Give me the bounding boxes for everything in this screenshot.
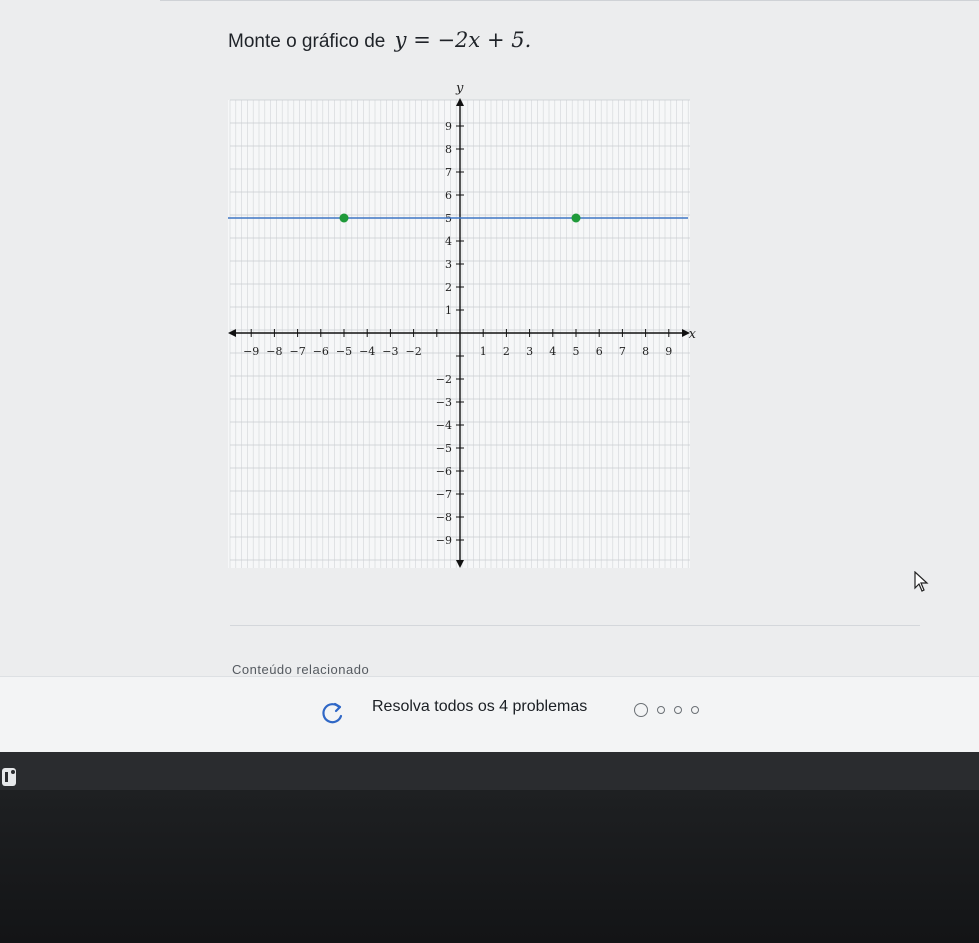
x-tick-label: −3	[382, 345, 398, 358]
monitor-bezel	[0, 790, 979, 943]
problem-title: Monte o gráfico de y = −2x + 5.	[228, 28, 531, 53]
progress-dot	[634, 703, 648, 717]
x-tick-label: −9	[243, 345, 259, 358]
y-tick-label: −7	[436, 488, 452, 501]
x-tick-label: −5	[336, 345, 352, 358]
y-tick-label: −5	[436, 442, 452, 455]
y-tick-label: −3	[436, 396, 452, 409]
x-tick-label: −7	[289, 345, 305, 358]
y-tick-label: 1	[445, 304, 452, 317]
y-tick-label: −8	[436, 511, 452, 524]
draggable-point[interactable]	[571, 213, 581, 223]
x-tick-label: 5	[573, 345, 580, 358]
progress-dot	[657, 706, 665, 714]
solve-all-problems-link[interactable]: Resolva todos os 4 problemas	[372, 698, 587, 716]
y-tick-label: 4	[445, 235, 452, 248]
progress-dot	[691, 706, 699, 714]
x-tick-label: 8	[642, 345, 649, 358]
progress-dot	[674, 706, 682, 714]
y-axis-name: y	[455, 82, 464, 96]
y-tick-label: 8	[445, 143, 452, 156]
x-tick-label: 1	[480, 345, 487, 358]
x-tick-label: −8	[266, 345, 282, 358]
y-tick-label: −6	[436, 465, 452, 478]
y-tick-label: −2	[436, 373, 452, 386]
x-tick-label: 2	[503, 345, 510, 358]
coordinate-plane[interactable]: −9−8−7−6−5−4−3−2123456789 987654321−2−3−…	[228, 82, 698, 572]
top-rule	[160, 0, 979, 1]
x-tick-label: 3	[526, 345, 533, 358]
section-divider	[230, 625, 920, 626]
screen: Monte o gráfico de y = −2x + 5. −9 −8 −7 −6…	[0, 0, 979, 790]
progress-dots	[634, 702, 699, 718]
x-tick-label: 9	[665, 345, 672, 358]
x-tick-label: −6	[313, 345, 329, 358]
app-logo-icon	[2, 768, 16, 786]
y-tick-label: −9	[436, 534, 452, 547]
problem-equation: y = −2x + 5.	[394, 28, 532, 52]
refresh-icon[interactable]	[319, 701, 345, 727]
bottom-bar	[0, 752, 979, 790]
cursor-icon	[914, 571, 929, 592]
x-tick-label: 6	[596, 345, 603, 358]
draggable-point[interactable]	[339, 213, 349, 223]
problem-prefix: Monte o gráfico de	[228, 31, 386, 52]
x-tick-label: −2	[405, 345, 421, 358]
x-tick-label: −4	[359, 345, 375, 358]
y-tick-label: 7	[445, 166, 452, 179]
y-tick-label: 9	[445, 120, 452, 133]
y-tick-label: 6	[445, 189, 452, 202]
related-content-label: Conteúdo relacionado	[232, 662, 370, 677]
y-tick-label: −4	[436, 419, 452, 432]
x-axis-name: x	[689, 327, 697, 342]
x-tick-label: 7	[619, 345, 626, 358]
x-tick-label: 4	[549, 345, 556, 358]
y-tick-label: 2	[445, 281, 452, 294]
graph-area[interactable]: −9−8−7−6−5−4−3−2123456789 987654321−2−3−…	[228, 82, 698, 572]
y-tick-label: 3	[445, 258, 452, 271]
